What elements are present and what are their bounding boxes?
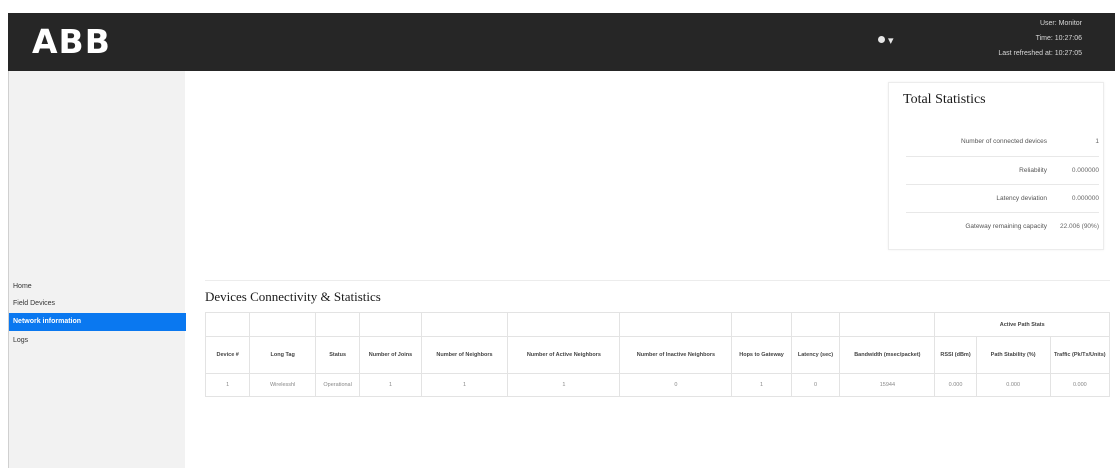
- devices-connectivity-panel: Devices Connectivity & Statistics Active…: [204, 280, 1111, 399]
- column-header[interactable]: Long Tag: [249, 336, 316, 374]
- nav-item-home[interactable]: Home: [9, 279, 186, 294]
- user-menu-dropdown[interactable]: ▾: [878, 34, 894, 48]
- stat-value: 0.000000: [1055, 155, 1099, 184]
- column-header[interactable]: Traffic (Pk/Tx/Units): [1049, 336, 1111, 374]
- table-row[interactable]: 1 Wirelesshl Operational 1 1 1 0 1 0 159…: [204, 373, 1111, 397]
- devices-connectivity-table: Active Path Stats Device # Long Tag Stat…: [204, 312, 1111, 397]
- table-cell: 0: [790, 373, 841, 397]
- table-cell: Wirelesshl: [249, 373, 316, 397]
- stat-label: Reliability: [906, 155, 1055, 184]
- column-header[interactable]: Latency (sec): [790, 336, 841, 374]
- column-header[interactable]: Path Stability (%): [975, 336, 1051, 374]
- table-header-row: Device # Long Tag Status Number of Joins…: [204, 336, 1111, 374]
- table-group-header-row: Active Path Stats: [204, 312, 1110, 337]
- abb-logo: ABB: [32, 22, 111, 61]
- session-info: User: Monitor Time: 10:27:06 Last refres…: [998, 16, 1082, 61]
- table-cell: 1: [420, 373, 509, 397]
- current-time: Time: 10:27:06: [1035, 35, 1082, 42]
- stat-row: Gateway remaining capacity 22.006 (90%): [906, 211, 1099, 240]
- column-header[interactable]: Number of Inactive Neighbors: [619, 336, 733, 374]
- stat-value: 1: [1095, 138, 1099, 146]
- sidebar-nav: Home Field Devices Network information L…: [9, 279, 186, 350]
- column-header[interactable]: Number of Neighbors: [420, 336, 509, 374]
- table-cell: 0.000: [1049, 373, 1111, 397]
- total-statistics-table: Number of connected devices 1 Reliabilit…: [906, 128, 1099, 240]
- stat-row: Number of connected devices 1: [906, 128, 1099, 156]
- table-cell: Operational: [314, 373, 361, 397]
- table-cell: 0: [619, 373, 733, 397]
- stat-label: Number of connected devices: [961, 138, 1047, 146]
- table-cell: 0.000: [975, 373, 1051, 397]
- table-cell: 1: [359, 373, 422, 397]
- stat-value: 0.000000: [1055, 183, 1099, 212]
- user-icon: [878, 36, 885, 43]
- stat-value: 22.006 (90%): [1055, 211, 1099, 240]
- column-header[interactable]: Status: [314, 336, 361, 374]
- stat-row: Reliability 0.000000: [906, 155, 1099, 184]
- sidebar: Home Field Devices Network information L…: [8, 71, 186, 468]
- stat-row: Latency deviation 0.000000: [906, 183, 1099, 212]
- table-cell: 15944: [839, 373, 936, 397]
- column-header[interactable]: Number of Joins: [359, 336, 422, 374]
- table-cell: 1: [507, 373, 621, 397]
- nav-item-field-devices[interactable]: Field Devices: [9, 296, 186, 311]
- column-header[interactable]: Number of Active Neighbors: [507, 336, 621, 374]
- nav-item-logs[interactable]: Logs: [9, 333, 186, 348]
- column-header[interactable]: RSSI (dBm): [934, 336, 977, 374]
- nav-item-network-information[interactable]: Network information: [9, 313, 186, 331]
- column-header[interactable]: Device #: [204, 336, 251, 374]
- total-statistics-panel: Total Statistics Number of connected dev…: [888, 82, 1104, 250]
- active-path-stats-header: Active Path Stats: [934, 312, 1110, 337]
- chevron-down-icon: ▾: [888, 35, 894, 47]
- app-header: ABB ▾ User: Monitor Time: 10:27:06 Last …: [8, 13, 1115, 71]
- last-refreshed: Last refreshed at: 10:27:05: [998, 50, 1082, 57]
- total-statistics-title: Total Statistics: [903, 92, 986, 107]
- devices-connectivity-title: Devices Connectivity & Statistics: [205, 289, 381, 304]
- table-cell: 1: [204, 373, 251, 397]
- table-cell: 1: [731, 373, 792, 397]
- column-header[interactable]: Bandwidth (msec/packet): [839, 336, 936, 374]
- stat-label: Gateway remaining capacity: [906, 211, 1055, 240]
- column-header[interactable]: Hops to Gateway: [731, 336, 792, 374]
- stat-label: Latency deviation: [906, 183, 1055, 212]
- table-cell: 0.000: [934, 373, 977, 397]
- current-user: User: Monitor: [1039, 20, 1082, 27]
